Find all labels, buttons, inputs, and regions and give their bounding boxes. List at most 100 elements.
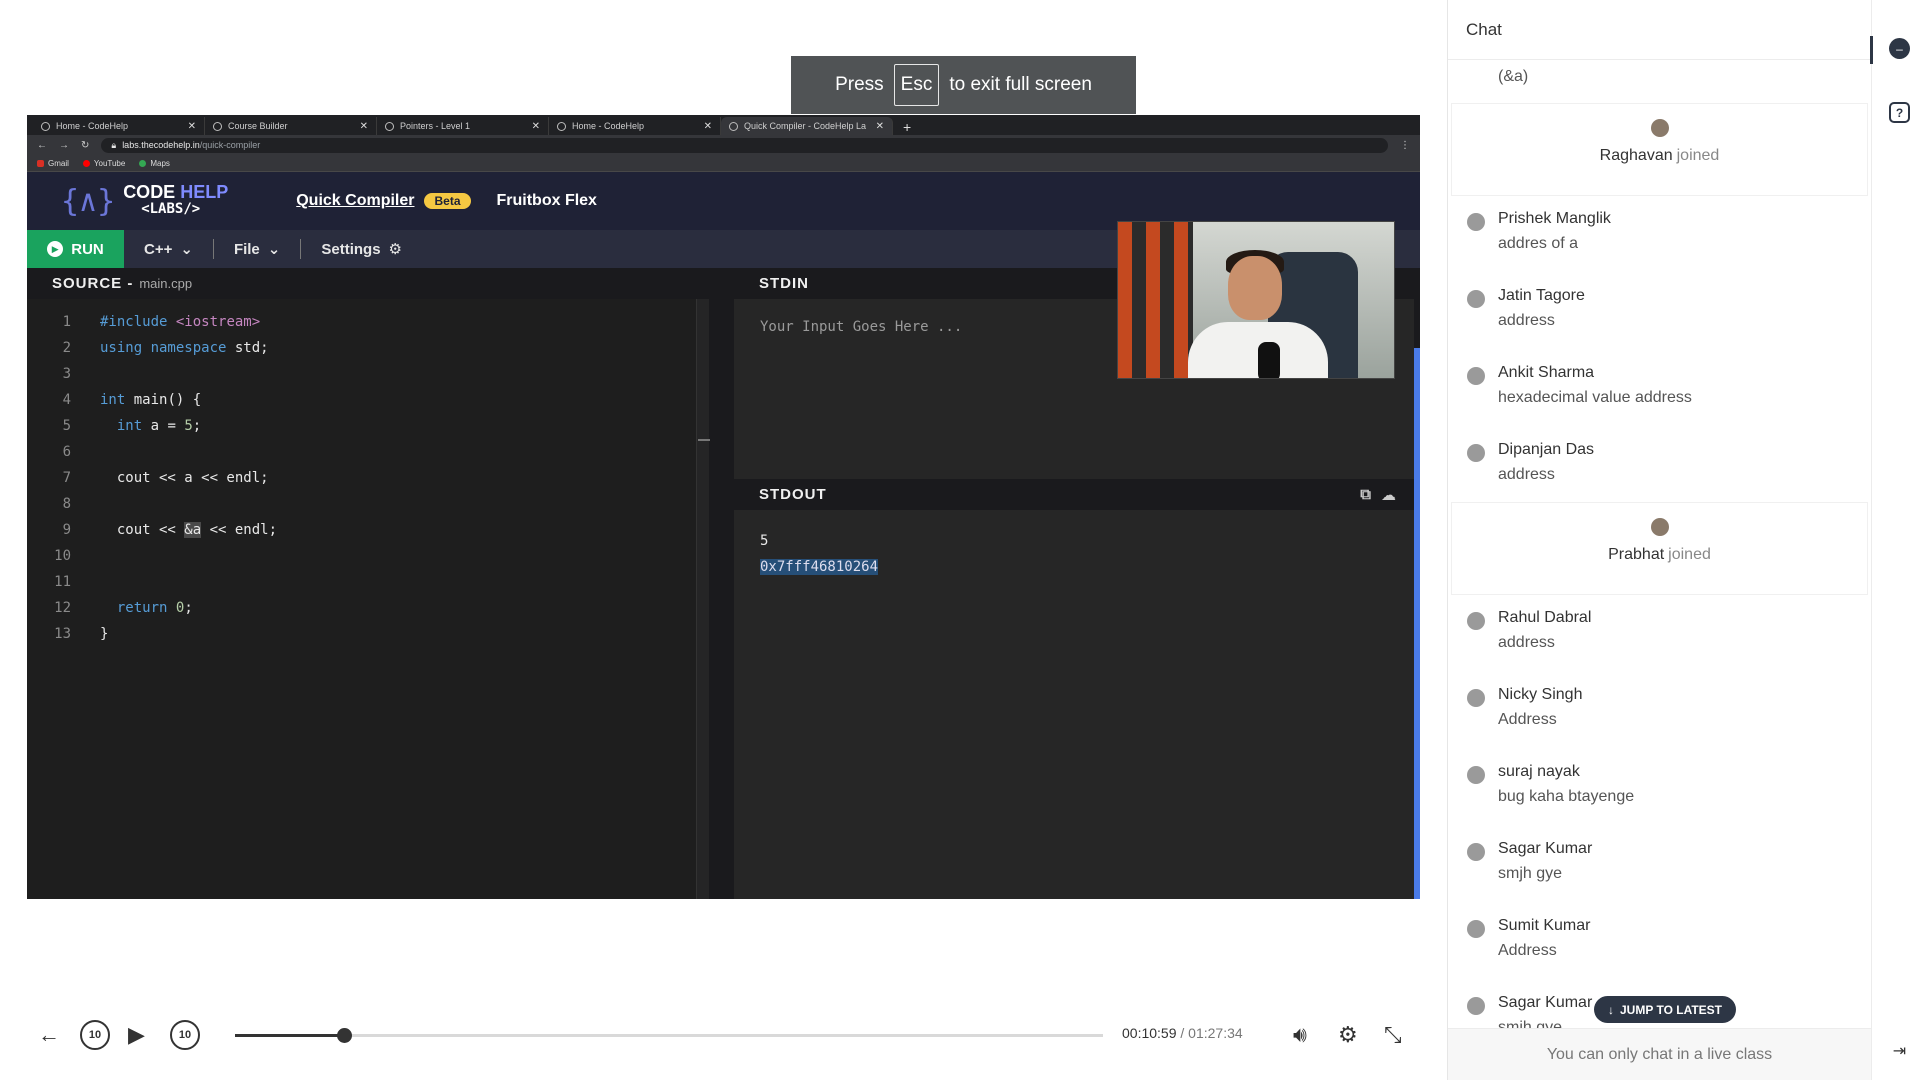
progress-bar[interactable] — [235, 1028, 1103, 1043]
bookmark-gmail[interactable]: Gmail — [37, 159, 69, 168]
message-text: address — [1498, 312, 1555, 329]
browser-tab[interactable]: Course Builder ✕ — [205, 117, 377, 135]
line-number: 11 — [54, 574, 71, 590]
run-button[interactable]: ▶ RUN — [27, 230, 124, 268]
download-icon[interactable]: ☁ — [1381, 486, 1396, 504]
line-number: 8 — [62, 496, 71, 512]
jump-to-latest-button[interactable]: ↓ JUMP TO LATEST — [1594, 996, 1737, 1023]
chat-message: Nicky Singh Address — [1448, 671, 1871, 748]
copy-icon[interactable]: ⧉ — [1360, 486, 1371, 504]
close-icon[interactable]: ✕ — [704, 121, 712, 132]
tab-label: Pointers - Level 1 — [400, 121, 471, 131]
chat-message: Jatin Tagore address — [1448, 272, 1871, 349]
close-icon[interactable]: ✕ — [532, 121, 540, 132]
message-author: Nicky Singh — [1498, 686, 1583, 703]
play-button[interactable]: ▶ — [128, 1022, 145, 1048]
file-menu[interactable]: File ⌄ — [214, 240, 300, 259]
stdin-placeholder: Your Input Goes Here ... — [760, 319, 963, 335]
codehelp-logo[interactable]: {∧} CODE HELP <LABS/> — [61, 182, 228, 219]
stdout-header: STDOUT ⧉ ☁ — [734, 479, 1414, 510]
line-number: 7 — [62, 470, 71, 486]
back-arrow-icon[interactable]: ← — [37, 140, 47, 151]
time-separator: / — [1180, 1025, 1185, 1041]
reload-icon[interactable]: ↻ — [81, 140, 89, 151]
nav-fruitbox-flex[interactable]: Fruitbox Flex — [497, 192, 597, 210]
forward-arrow-icon[interactable]: → — [59, 140, 69, 151]
forward-10-button[interactable]: 10 — [170, 1020, 200, 1050]
gear-icon: ⚙ — [388, 241, 402, 258]
close-icon[interactable]: ✕ — [360, 121, 368, 132]
settings-menu[interactable]: Settings ⚙ — [301, 240, 422, 259]
back-arrow-icon[interactable]: ← — [38, 1022, 60, 1048]
logo-labs-text: <LABS/> — [141, 201, 201, 217]
volume-icon[interactable]: 🔊︎ — [1293, 1022, 1307, 1048]
source-pane: SOURCE - main.cpp 1 #include <iostream> 2… — [27, 268, 710, 899]
exit-fullscreen-icon[interactable]: ⤡ — [1384, 1022, 1402, 1048]
exit-icon[interactable]: ⇥ — [1889, 1040, 1910, 1061]
avatar — [1650, 518, 1669, 536]
play-icon: ▶ — [47, 241, 64, 257]
close-icon[interactable]: ✕ — [188, 121, 196, 132]
chat-title: Chat — [1466, 20, 1502, 39]
message-text: addres of a — [1498, 235, 1579, 252]
message-author: Dipanjan Das — [1498, 441, 1595, 458]
skip-back-label: 10 — [88, 1029, 102, 1041]
code-editor[interactable]: 1 #include <iostream> 2 using namespace st… — [27, 299, 709, 899]
beta-badge: Beta — [424, 193, 471, 209]
line-number: 2 — [62, 340, 71, 356]
settings-gear-icon[interactable]: ⚙ — [1338, 1022, 1358, 1048]
logo-code-text: CODE — [123, 182, 176, 202]
line-number: 13 — [54, 626, 71, 642]
language-select[interactable]: C++ ⌄ — [124, 240, 213, 259]
stdout-output: 5 0x7fff46810264 — [734, 510, 1414, 899]
avatar — [1467, 290, 1485, 308]
source-title: SOURCE - — [52, 275, 134, 292]
help-icon[interactable]: ? — [1889, 102, 1910, 123]
close-icon[interactable]: ✕ — [876, 121, 884, 132]
youtube-icon — [82, 159, 90, 167]
favicon-icon — [385, 121, 394, 131]
progress-knob[interactable] — [336, 1028, 352, 1043]
progress-fill — [235, 1034, 344, 1037]
url-path: /quick-compiler — [199, 140, 261, 150]
line-number: 10 — [54, 548, 71, 564]
site-nav: Quick Compiler Beta Fruitbox Flex — [296, 192, 597, 210]
active-indicator — [1870, 36, 1873, 64]
chat-message: Ankit Sharma hexadecimal value address — [1448, 349, 1871, 426]
browser-tab[interactable]: Pointers - Level 1 ✕ — [377, 117, 549, 135]
nav-quick-compiler[interactable]: Quick Compiler — [296, 192, 414, 210]
address-bar[interactable]: 🔒︎ labs.thecodehelp.in/quick-compiler — [101, 137, 1388, 153]
notice-rest: to exit full screen — [949, 74, 1092, 95]
url-host: labs.thecodehelp.in — [122, 140, 200, 150]
tab-label: Home - CodeHelp — [56, 121, 129, 131]
new-tab-icon[interactable]: + — [893, 119, 921, 135]
bookmark-label: Gmail — [48, 158, 69, 168]
message-text: Address — [1498, 711, 1557, 728]
browser-tab-active[interactable]: Quick Compiler - CodeHelp La ✕ — [721, 117, 893, 135]
browser-tab[interactable]: Home - CodeHelp ✕ — [549, 117, 721, 135]
avatar — [1467, 612, 1485, 630]
message-author: Ankit Sharma — [1498, 364, 1595, 381]
avatar — [1467, 766, 1485, 784]
bookmark-label: YouTube — [93, 158, 126, 168]
browser-urlbar: ← → ↻ 🔒︎ labs.thecodehelp.in/quick-compi… — [27, 135, 1420, 155]
bookmark-youtube[interactable]: YouTube — [82, 158, 126, 168]
code-line: 2 using namespace std; — [27, 335, 709, 361]
line-number: 5 — [62, 418, 71, 434]
rewind-10-button[interactable]: 10 — [80, 1020, 110, 1050]
stdout-line-selected: 0x7fff46810264 — [760, 559, 879, 575]
extensions-icon[interactable]: ⋮ — [1400, 140, 1410, 151]
browser-tab[interactable]: Home - CodeHelp ✕ — [33, 117, 205, 135]
avatar — [1467, 920, 1485, 938]
app-root: Home - CodeHelp ✕ Course Builder ✕ Pointer… — [0, 0, 1920, 1080]
chat-bubble-icon[interactable]: – — [1889, 38, 1910, 59]
chat-message-list[interactable]: (&a) Raghavan joined Prishek Manglik addre… — [1448, 60, 1871, 1028]
pane-resize-handle[interactable] — [696, 299, 710, 899]
arrow-down-icon: ↓ — [1608, 1002, 1614, 1017]
bookmark-maps[interactable]: Maps — [139, 159, 170, 168]
lock-icon: 🔒︎ — [111, 139, 117, 150]
esc-key: Esc — [893, 64, 940, 106]
notice-press: Press — [835, 74, 884, 95]
scrollbar[interactable] — [1414, 348, 1420, 899]
chat-message: Dipanjan Das address — [1448, 426, 1871, 503]
